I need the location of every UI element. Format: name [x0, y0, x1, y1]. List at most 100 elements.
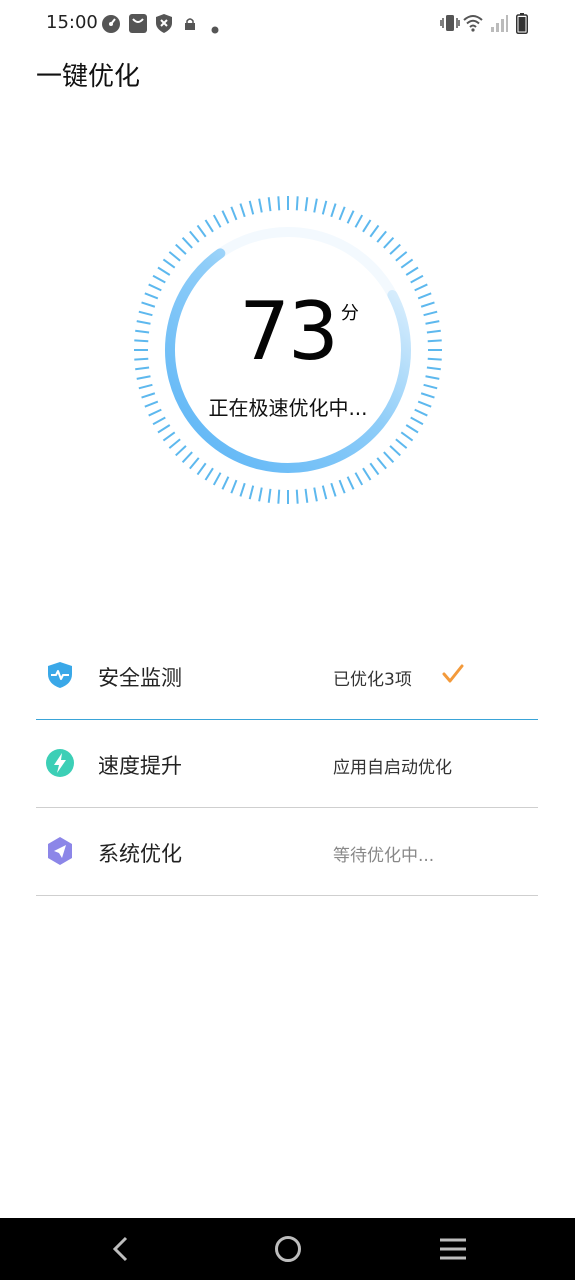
gauge-tick — [369, 224, 380, 238]
gauge-tick — [383, 237, 395, 249]
gauge-tick — [423, 383, 438, 390]
gauge-tick — [239, 482, 246, 497]
gauge-tick — [258, 487, 263, 502]
gauge-tick — [389, 243, 401, 255]
lock-icon — [184, 16, 196, 35]
gauge-tick — [196, 224, 207, 238]
gauge-tick — [389, 445, 401, 457]
gauge-tick — [168, 438, 181, 449]
gauge-tick — [383, 451, 395, 463]
score-value: 73 分 — [239, 290, 359, 374]
shield-x-icon — [156, 14, 172, 37]
gauge-tick — [295, 196, 299, 211]
gauge-tick — [304, 488, 309, 503]
score-gauge: 73 分 正在极速优化中... — [132, 194, 444, 506]
shield-pulse-icon — [46, 661, 74, 689]
gauge-tick — [277, 489, 281, 504]
gauge-tick — [376, 457, 387, 470]
gauge-tick — [354, 214, 364, 228]
gauge-tick — [248, 485, 255, 500]
gauge-tick — [405, 266, 419, 276]
gauge-tick — [376, 230, 387, 243]
gauge-tick — [395, 251, 408, 262]
gauge-tick — [338, 206, 346, 221]
item-status: 等待优化中... — [333, 846, 435, 866]
gauge-tick — [239, 203, 246, 218]
gauge-tick — [362, 219, 372, 233]
gauge-tick — [362, 467, 372, 481]
gauge-tick — [212, 472, 222, 486]
navigation-bar — [0, 1218, 575, 1280]
gauge-tick — [338, 479, 346, 494]
score-number: 73 — [239, 285, 339, 378]
gauge-tick — [400, 258, 414, 269]
battery-icon — [516, 13, 528, 38]
gauge-tick — [189, 230, 200, 243]
gauge-tick — [330, 203, 337, 218]
gauge-tick — [248, 200, 255, 215]
gauge-tick — [136, 375, 151, 380]
status-time: 15:00 — [46, 12, 98, 33]
gauge-tick — [162, 431, 176, 442]
gauge-tick — [354, 472, 364, 486]
gauge-tick — [162, 258, 176, 269]
gauge-tick — [175, 445, 187, 457]
gauge-tick — [181, 237, 193, 249]
gauge-tick — [221, 476, 230, 490]
checkmark-icon — [442, 663, 464, 685]
gauge-tick — [304, 197, 309, 212]
gauge-tick — [321, 200, 328, 215]
gauge-tick — [175, 243, 187, 255]
item-label: 系统优化 — [98, 842, 182, 866]
optimizing-status: 正在极速优化中... — [208, 396, 368, 420]
gauge-tick — [221, 210, 230, 224]
send-hexagon-icon — [46, 837, 74, 865]
lightning-icon — [46, 749, 74, 777]
gauge-tick — [313, 198, 318, 213]
gauge-tick — [152, 274, 166, 284]
list-item-speed-boost[interactable]: 速度提升 应用自启动优化 — [36, 720, 538, 808]
home-icon[interactable] — [272, 1234, 304, 1264]
gauge-tick — [321, 485, 328, 500]
gauge-tick — [181, 451, 193, 463]
list-item-security-check[interactable]: 安全监测 已优化3项 — [36, 632, 538, 720]
gauge-tick — [230, 206, 238, 221]
gauge-tick — [157, 266, 171, 276]
gauge-tick — [204, 219, 214, 233]
item-status: 应用自启动优化 — [333, 758, 452, 778]
score-unit: 分 — [340, 303, 359, 324]
gauge-tick — [295, 489, 299, 504]
optimization-list: 安全监测 已优化3项 速度提升 应用自启动优化 系统优化 等待优化中... — [36, 632, 538, 896]
gauge-tick — [313, 487, 318, 502]
score-wrap: 73 分 — [132, 290, 444, 374]
vibrate-icon — [440, 14, 460, 36]
gauge-tick — [277, 196, 281, 211]
list-item-system-optimize[interactable]: 系统优化 等待优化中... — [36, 808, 538, 896]
menu-icon[interactable] — [437, 1234, 469, 1264]
back-icon[interactable] — [106, 1234, 138, 1264]
gauge-tick — [157, 424, 171, 434]
gauge-tick — [400, 431, 414, 442]
gauge-tick — [267, 488, 272, 503]
speedometer-icon — [101, 14, 121, 38]
gauge-tick — [267, 197, 272, 212]
gauge-tick — [369, 462, 380, 476]
gauge-tick — [395, 438, 408, 449]
gauge-tick — [405, 424, 419, 434]
wifi-icon — [463, 14, 483, 36]
item-label: 安全监测 — [98, 666, 182, 690]
item-label: 速度提升 — [98, 754, 182, 778]
gauge-tick — [189, 457, 200, 470]
status-bar: 15:00 — [0, 0, 575, 48]
screen: 15:00 一键优化 73 分 正在极速优化中... 安全监测 已优化3项 速度… — [0, 0, 575, 1280]
gauge-tick — [410, 274, 424, 284]
bag-icon — [129, 14, 147, 37]
page-title: 一键优化 — [36, 62, 141, 92]
signal-icon — [490, 14, 508, 36]
gauge-tick — [168, 251, 181, 262]
item-status: 已优化3项 — [333, 670, 412, 690]
gauge-tick — [346, 476, 355, 490]
gauge-tick — [330, 482, 337, 497]
dot-icon — [211, 19, 219, 38]
gauge-tick — [138, 383, 153, 390]
